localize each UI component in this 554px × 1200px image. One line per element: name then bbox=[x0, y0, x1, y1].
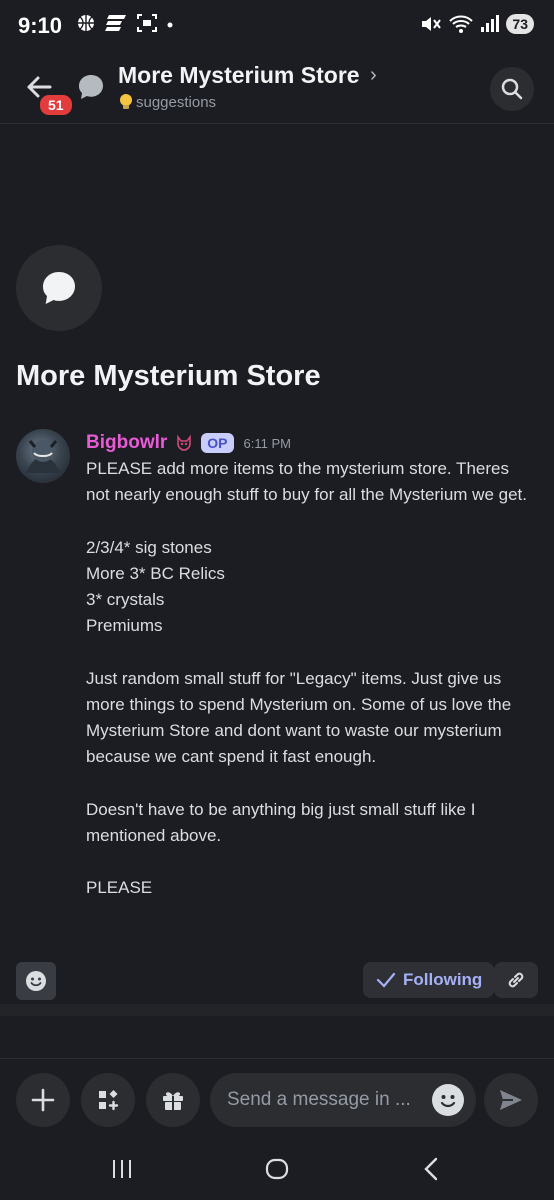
home-button[interactable] bbox=[257, 1154, 297, 1184]
send-button[interactable] bbox=[484, 1073, 538, 1127]
following-button[interactable]: Following bbox=[363, 962, 495, 998]
message-line: More 3* BC Relics bbox=[86, 563, 225, 583]
status-icons-left bbox=[76, 13, 174, 33]
role-icon bbox=[177, 434, 192, 451]
search-icon bbox=[501, 78, 523, 100]
check-icon bbox=[376, 972, 396, 988]
smiley-icon bbox=[26, 971, 46, 991]
system-nav-bar bbox=[0, 1142, 554, 1200]
message-line: PLEASE bbox=[86, 878, 153, 898]
thread-header: 51 More Mysterium Store › suggestions bbox=[0, 52, 554, 124]
header-title[interactable]: More Mysterium Store bbox=[118, 62, 360, 89]
message-input[interactable]: Send a message in ... bbox=[210, 1073, 476, 1127]
add-attachment-button[interactable] bbox=[16, 1073, 70, 1127]
lightbulb-icon bbox=[120, 94, 132, 109]
message-body: PLEASE add more items to the mysterium s… bbox=[86, 456, 536, 901]
chevron-right-icon[interactable]: › bbox=[370, 64, 377, 87]
message-line: Just random small stuff for "Legacy" ite… bbox=[86, 668, 512, 767]
unread-badge: 51 bbox=[37, 92, 75, 118]
avatar[interactable] bbox=[16, 429, 70, 483]
message-line: 3* crystals bbox=[86, 590, 165, 609]
gift-button[interactable] bbox=[146, 1073, 200, 1127]
gift-icon bbox=[163, 1092, 183, 1110]
channel-breadcrumb[interactable]: suggestions bbox=[118, 93, 216, 111]
following-label: Following bbox=[403, 970, 483, 989]
mute-icon bbox=[422, 17, 442, 31]
op-badge: OP bbox=[201, 433, 234, 453]
status-icons-right: 73 bbox=[420, 14, 534, 34]
system-back-button[interactable] bbox=[412, 1154, 452, 1184]
chat-bubble-icon bbox=[43, 272, 75, 304]
smiley-icon bbox=[433, 1085, 463, 1115]
chevron-left-icon bbox=[424, 1157, 438, 1181]
username[interactable]: Bigbowlr bbox=[86, 432, 167, 454]
battery-level: 73 bbox=[506, 14, 534, 34]
signal-icon bbox=[481, 15, 500, 32]
home-icon bbox=[265, 1158, 289, 1180]
apps-icon bbox=[99, 1090, 119, 1111]
message-header: Bigbowlr OP 6:11 PM bbox=[86, 432, 291, 454]
message-line: Doesn't have to be anything big just sma… bbox=[86, 799, 476, 845]
divider bbox=[0, 1004, 554, 1016]
espn-icon bbox=[105, 15, 126, 31]
link-icon bbox=[508, 972, 524, 988]
add-reaction-button[interactable] bbox=[16, 962, 56, 1000]
message-composer: Send a message in ... bbox=[0, 1058, 554, 1142]
dot-icon bbox=[167, 22, 173, 28]
copy-link-button[interactable] bbox=[494, 962, 538, 998]
plus-icon bbox=[31, 1088, 55, 1112]
wifi-icon bbox=[449, 15, 474, 33]
search-button[interactable] bbox=[490, 67, 534, 111]
apps-button[interactable] bbox=[81, 1073, 135, 1127]
channel-name: suggestions bbox=[136, 93, 217, 111]
timestamp: 6:11 PM bbox=[243, 435, 291, 451]
send-icon bbox=[500, 1090, 522, 1110]
screenshot-icon bbox=[137, 14, 157, 32]
message-input-placeholder: Send a message in ... bbox=[227, 1089, 411, 1110]
thread-start-icon bbox=[16, 245, 102, 331]
recents-icon bbox=[113, 1160, 131, 1178]
message-line: 2/3/4* sig stones bbox=[86, 537, 212, 557]
message-line: Premiums bbox=[86, 616, 163, 636]
thread-title: More Mysterium Store bbox=[16, 360, 321, 392]
message-line: PLEASE add more items to the mysterium s… bbox=[86, 459, 527, 505]
basketball-icon bbox=[78, 15, 94, 31]
emoji-button[interactable] bbox=[432, 1084, 464, 1116]
status-time: 9:10 bbox=[18, 13, 63, 38]
message-actions: Following bbox=[0, 962, 554, 1004]
recent-apps-button[interactable] bbox=[102, 1154, 142, 1184]
status-bar: 9:10 73 bbox=[0, 0, 554, 52]
thread-icon bbox=[76, 72, 106, 102]
